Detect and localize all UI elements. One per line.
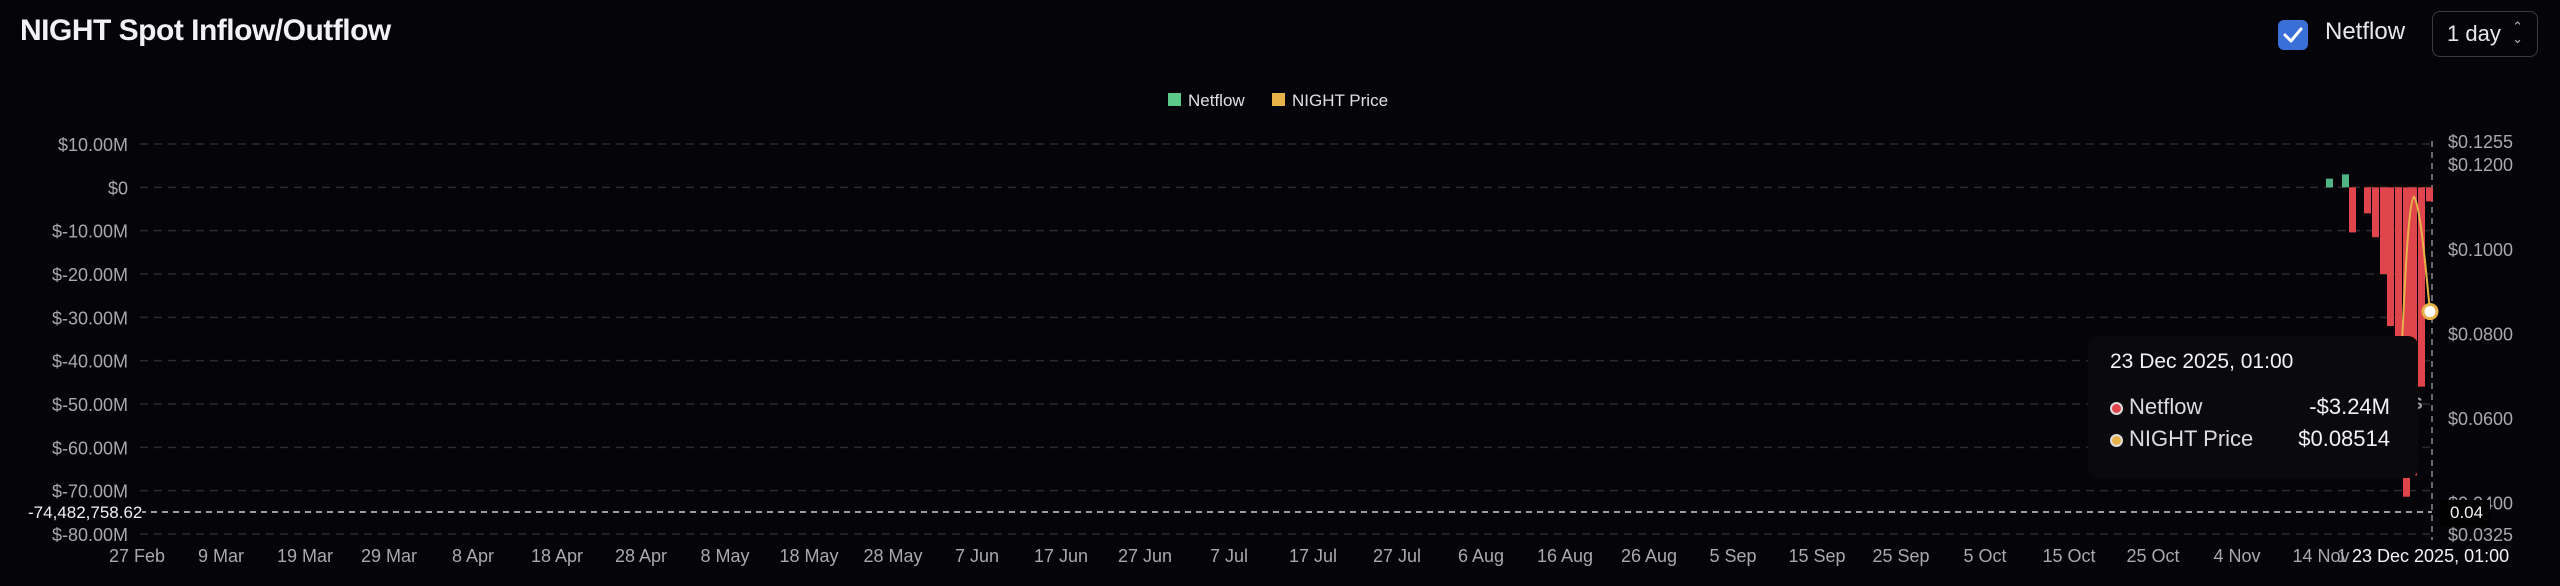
x-tick-label: 28 May [863,546,922,566]
y-right-tick-label: $0.0800 [2448,324,2513,344]
y-left-tick-label: $-80.00M [52,525,128,545]
crosshair-y-right-label: 0.04 [2450,503,2483,522]
x-tick-label: 7 Jul [1210,546,1248,566]
y-right-tick-label: $0.1255 [2448,132,2513,152]
x-tick-label: 25 Sep [1872,546,1929,566]
x-tick-label: 18 Apr [531,546,583,566]
x-tick-label: 7 Jun [955,546,999,566]
x-tick-label: 26 Aug [1621,546,1677,566]
legend-swatch [1272,93,1285,106]
x-tick-label: 15 Oct [2042,546,2095,566]
x-tick-label: 16 Aug [1537,546,1593,566]
tooltip-value: -$3.24M [2309,394,2390,419]
y-left-tick-label: $-20.00M [52,265,128,285]
x-tick-label: 17 Jul [1289,546,1337,566]
y-left-tick-label: $10.00M [58,135,128,155]
legend-label: Netflow [1188,91,1245,110]
netflow-bar [2426,187,2433,202]
legend-swatch [1168,93,1181,106]
netflow-bar [2372,187,2379,238]
y-left-tick-label: $-70.00M [52,482,128,502]
netflow-bar [2387,187,2394,326]
y-left-tick-label: $-50.00M [52,395,128,415]
x-tick-label: 5 Sep [1709,546,1756,566]
netflow-bar [2326,178,2333,188]
x-tick-label: 9 Mar [198,546,244,566]
x-tick-label: 18 May [779,546,838,566]
y-left-tick-label: $0 [108,178,128,198]
tooltip-value: $0.08514 [2298,426,2390,451]
x-tick-label: 1 [2337,546,2347,566]
netflow-bar [2349,187,2356,233]
x-tick-label: 17 Jun [1034,546,1088,566]
x-tick-label: 28 Apr [615,546,667,566]
x-tick-label: 19 Mar [277,546,333,566]
y-right-tick-label: $0.1000 [2448,240,2513,260]
crosshair-x-label: 23 Dec 2025, 01:00 [2352,546,2509,566]
y-left-tick-label: $-60.00M [52,438,128,458]
x-tick-label: 4 Nov [2213,546,2260,566]
x-tick-label: 8 May [700,546,749,566]
tooltip-label: Netflow [2129,394,2203,419]
y-left-tick-label: $-10.00M [52,222,128,242]
price-dot-icon [2110,433,2123,447]
x-tick-label: 27 Feb [109,546,165,566]
netflow-bar [2342,174,2349,188]
x-tick-label: 8 Apr [452,546,494,566]
price-point-marker [2421,303,2439,321]
y-right-tick-label: $0.1200 [2448,155,2513,175]
crosshair-y-left-label: -74,482,758.62 [28,503,142,522]
x-tick-label: 5 Oct [1963,546,2006,566]
netflow-bar [2380,187,2387,274]
x-tick-label: 15 Sep [1788,546,1845,566]
y-left-tick-label: $-40.00M [52,352,128,372]
x-tick-label: 6 Aug [1458,546,1504,566]
y-right-tick-label: $0.0600 [2448,409,2513,429]
tooltip-date: 23 Dec 2025, 01:00 [2110,350,2294,373]
tooltip-row-netflow: Netflow -$3.24M [2110,394,2390,420]
x-tick-label: 29 Mar [361,546,417,566]
netflow-bar [2364,187,2371,214]
tooltip-row-price: NIGHT Price $0.08514 [2110,426,2390,452]
legend-label: NIGHT Price [1292,91,1388,110]
y-left-tick-label: $-30.00M [52,308,128,328]
netflow-dot-icon [2110,401,2123,415]
chart: $10.00M $0 $-10.00M $-20.00M $-30.00M $-40.00… [22,91,2560,570]
x-tick-label: 25 Oct [2126,546,2179,566]
tooltip: 23 Dec 2025, 01:00 Netflow -$3.24M NIGHT… [2088,336,2418,478]
x-tick-label: 27 Jul [1373,546,1421,566]
x-tick-label: 27 Jun [1118,546,1172,566]
tooltip-label: NIGHT Price [2129,426,2254,451]
